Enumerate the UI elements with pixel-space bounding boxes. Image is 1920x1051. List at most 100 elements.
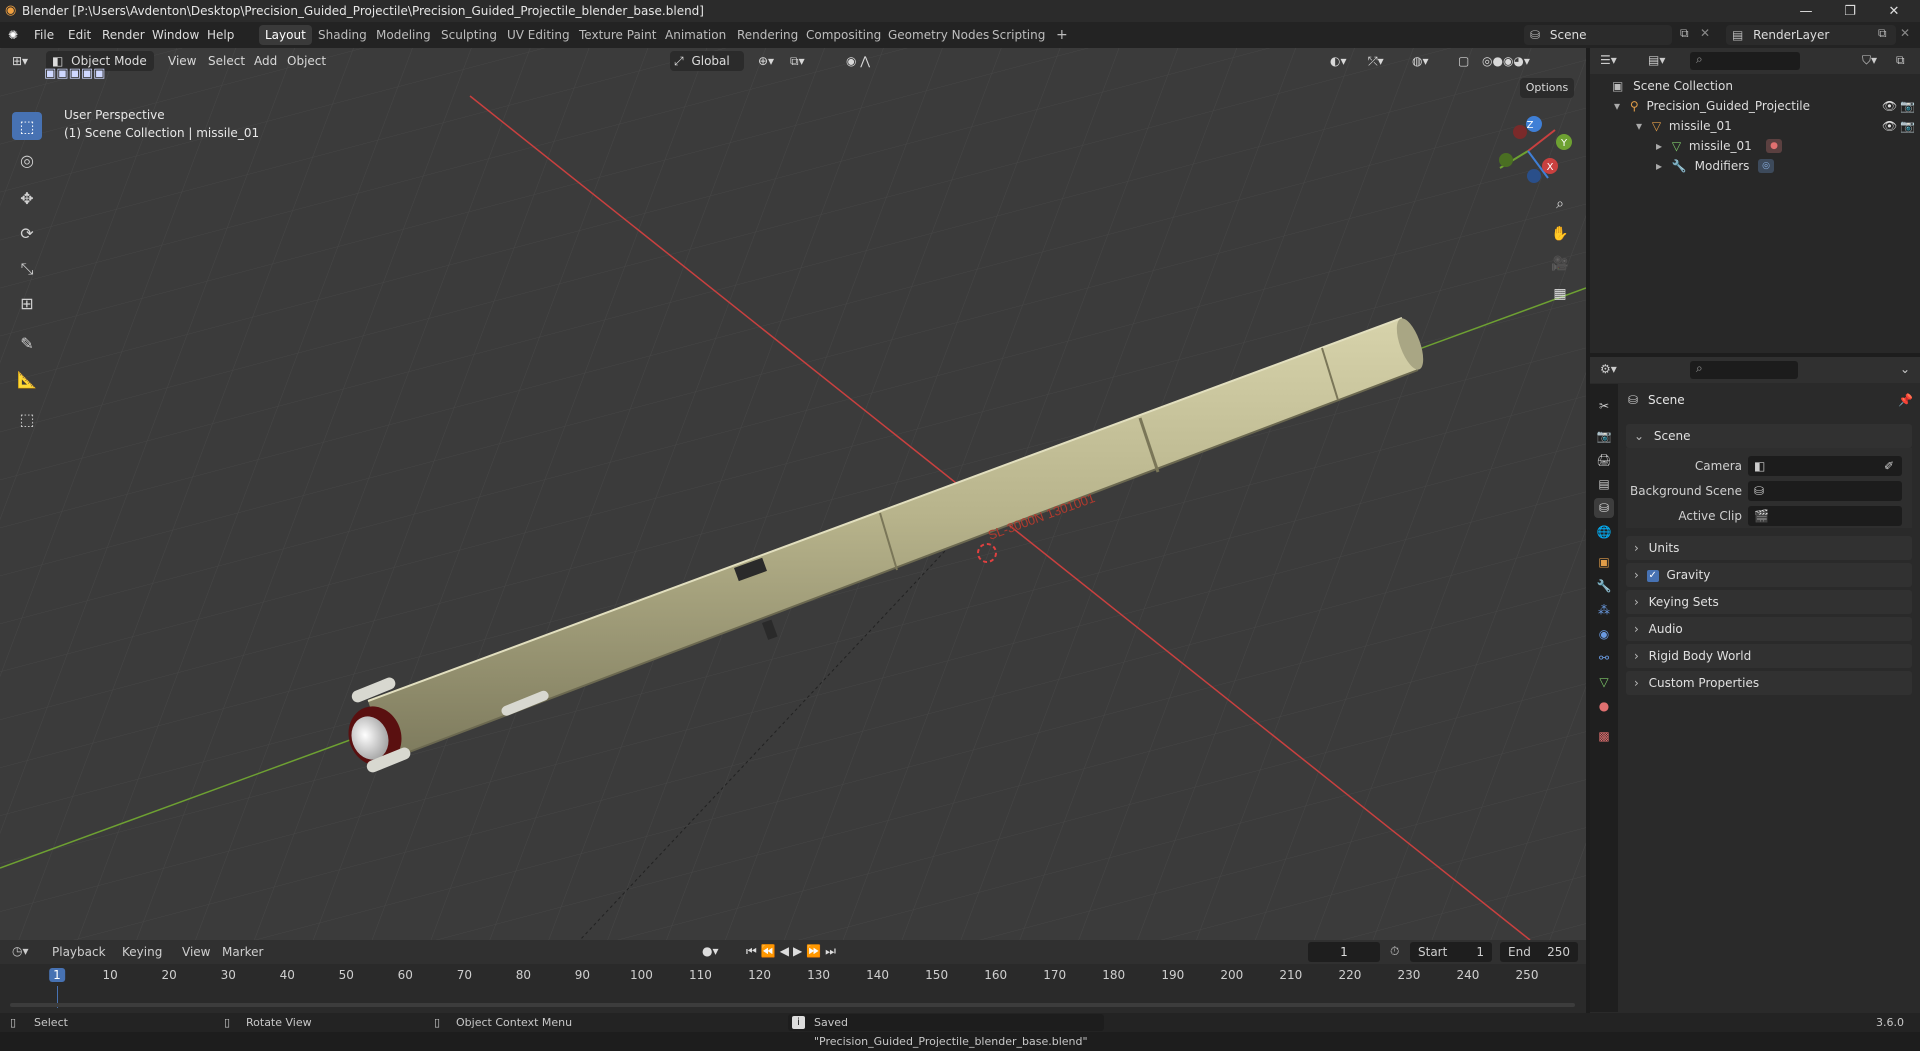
active-clip-field[interactable]: 🎬: [1748, 506, 1902, 526]
panel-gravity[interactable]: › ✓ Gravity: [1626, 563, 1912, 587]
timeline-editor-icon[interactable]: ◷▾: [12, 944, 29, 958]
gizmo-toggle-icon[interactable]: ⤱▾: [1368, 50, 1384, 72]
move-tool[interactable]: ✥: [12, 184, 42, 212]
menu-help[interactable]: Help: [207, 22, 234, 48]
menu-window[interactable]: Window: [152, 22, 199, 48]
scene-tab-icon[interactable]: ⛁: [1594, 498, 1614, 518]
measure-tool[interactable]: 📐: [12, 365, 42, 393]
tab-geometry-nodes[interactable]: Geometry Nodes: [882, 25, 995, 45]
tab-scripting[interactable]: Scripting: [986, 25, 1051, 45]
3d-viewport[interactable]: SL-3000N 1301001 Z Y X ⊞▾ ◧ Object Mode …: [0, 48, 1586, 940]
material-tab-icon[interactable]: ●: [1594, 696, 1614, 716]
world-tab-icon[interactable]: 🌐: [1594, 522, 1614, 542]
viewport-menu-add[interactable]: Add: [254, 50, 277, 72]
editor-type-icon[interactable]: ⊞▾: [12, 50, 28, 72]
transform-orientation-selector[interactable]: ⤢ Global: [670, 51, 744, 71]
viewport-scene[interactable]: SL-3000N 1301001 Z Y X: [0, 48, 1586, 940]
background-scene-field[interactable]: ⛁: [1748, 481, 1902, 501]
properties-search-input[interactable]: ⌕: [1690, 361, 1798, 379]
start-frame-field[interactable]: Start 1: [1410, 942, 1492, 962]
tab-layout[interactable]: Layout: [259, 25, 312, 45]
object-tab-icon[interactable]: ▣: [1594, 552, 1614, 572]
pivot-point-icon[interactable]: ⊕▾: [758, 50, 774, 72]
eyedropper-icon[interactable]: ✐: [1884, 456, 1894, 476]
select-box-tool[interactable]: ⬚: [12, 112, 42, 140]
tab-rendering[interactable]: Rendering: [731, 25, 804, 45]
tab-sculpting[interactable]: Sculpting: [435, 25, 503, 45]
maximize-button[interactable]: ❐: [1828, 0, 1872, 22]
zoom-icon[interactable]: ⌕: [1546, 190, 1574, 218]
new-layer-icon[interactable]: ⧉: [1878, 26, 1887, 41]
add-workspace-icon[interactable]: +: [1050, 25, 1074, 45]
scene-selector[interactable]: ⛁ Scene: [1524, 25, 1672, 45]
expand-arrow-icon[interactable]: ▾: [1636, 119, 1642, 133]
delete-scene-icon[interactable]: ✕: [1700, 26, 1710, 40]
options-button[interactable]: Options: [1520, 78, 1574, 98]
panel-audio[interactable]: › Audio: [1626, 617, 1912, 641]
pan-hand-icon[interactable]: ✋: [1546, 220, 1574, 248]
camera-render-icon[interactable]: 📷: [1900, 116, 1915, 136]
ortho-grid-icon[interactable]: ▦: [1546, 280, 1574, 308]
texture-tab-icon[interactable]: ▩: [1594, 726, 1614, 746]
overlay-toggle-icon[interactable]: ◍▾: [1412, 50, 1429, 72]
viewport-menu-object[interactable]: Object: [287, 50, 326, 72]
display-mode-icon[interactable]: ▤▾: [1648, 53, 1665, 67]
outliner-editor-icon[interactable]: ☰▾: [1600, 53, 1617, 67]
add-cube-tool[interactable]: ⬚: [12, 405, 42, 433]
tab-compositing[interactable]: Compositing: [800, 25, 887, 45]
shading-modes-icon[interactable]: ◎●◉◕▾: [1482, 50, 1530, 72]
data-tab-icon[interactable]: ▽: [1594, 672, 1614, 692]
timeline-menu-marker[interactable]: Marker: [222, 945, 263, 959]
blender-menu-icon[interactable]: ✺: [8, 22, 18, 48]
camera-render-icon[interactable]: 📷: [1900, 96, 1915, 116]
gravity-checkbox[interactable]: ✓: [1646, 569, 1659, 582]
xray-icon[interactable]: ▢: [1458, 50, 1469, 72]
outliner-item-mesh[interactable]: ▸ ▽ missile_01 ●: [1590, 136, 1920, 156]
timeline-track[interactable]: 1 10 20 30 40 50 60 70 80 90 100 110 120 130 140 150 160…: [0, 964, 1586, 1013]
camera-view-icon[interactable]: 🎥: [1546, 250, 1574, 278]
menu-file[interactable]: File: [34, 22, 54, 48]
timeline-scrollbar[interactable]: [10, 1003, 1575, 1007]
menu-render[interactable]: Render: [102, 22, 145, 48]
select-mode-icons[interactable]: ▣▣▣▣▣: [44, 66, 105, 81]
rotate-tool[interactable]: ⟳: [12, 219, 42, 247]
properties-options-icon[interactable]: ⌄: [1900, 362, 1910, 376]
panel-rigid-body-world[interactable]: › Rigid Body World: [1626, 644, 1912, 668]
scale-tool[interactable]: ⤡: [12, 255, 42, 283]
annotate-tool[interactable]: ✎: [12, 329, 42, 357]
timeline-editor[interactable]: ◷▾ Playback Keying View Marker ●▾ ⏮⏪◀▶⏩⏭…: [0, 940, 1586, 1013]
eye-icon[interactable]: 👁: [1882, 116, 1897, 136]
tab-uv-editing[interactable]: UV Editing: [501, 25, 576, 45]
physics-tab-icon[interactable]: ◉: [1594, 624, 1614, 644]
eye-icon[interactable]: 👁: [1882, 96, 1897, 116]
current-frame-field[interactable]: 1: [1308, 942, 1380, 962]
playback-controls-icon[interactable]: ⏮⏪◀▶⏩⏭: [746, 944, 840, 959]
scene-section-header[interactable]: ⌄ Scene: [1626, 424, 1912, 448]
tab-modeling[interactable]: Modeling: [370, 25, 437, 45]
frame-ruler[interactable]: 1 10 20 30 40 50 60 70 80 90 100 110 120 130 140 150 160…: [0, 968, 1586, 986]
expand-arrow-icon[interactable]: ▾: [1614, 99, 1620, 113]
panel-custom-properties[interactable]: › Custom Properties: [1626, 671, 1912, 695]
outliner-item-object[interactable]: ▾ ▽ missile_01 👁 📷: [1590, 116, 1920, 136]
auto-key-record-icon[interactable]: ●▾: [702, 944, 719, 958]
delete-layer-icon[interactable]: ✕: [1900, 26, 1910, 40]
minimize-button[interactable]: —: [1784, 0, 1828, 22]
outliner-search-input[interactable]: ⌕: [1690, 52, 1800, 70]
outliner-root[interactable]: ▣ Scene Collection: [1590, 76, 1920, 96]
tab-texture-paint[interactable]: Texture Paint: [573, 25, 662, 45]
viewport-menu-view[interactable]: View: [168, 50, 196, 72]
tab-shading[interactable]: Shading: [312, 25, 373, 45]
snap-icon[interactable]: ⧉▾: [790, 50, 805, 72]
new-collection-icon[interactable]: ⧉: [1896, 53, 1905, 68]
view-layer-tab-icon[interactable]: ▤: [1594, 474, 1614, 494]
timeline-menu-view[interactable]: View: [182, 945, 210, 959]
cursor-tool[interactable]: ◎: [12, 146, 42, 174]
new-scene-icon[interactable]: ⧉: [1680, 26, 1689, 41]
end-frame-field[interactable]: End 250: [1500, 942, 1578, 962]
filter-icon[interactable]: ⛉▾: [1862, 53, 1877, 68]
outliner-item-modifiers[interactable]: ▸ 🔧 Modifiers ◎: [1590, 156, 1920, 176]
collapse-arrow-icon[interactable]: ▸: [1656, 159, 1662, 173]
panel-units[interactable]: › Units: [1626, 536, 1912, 560]
viewport-menu-select[interactable]: Select: [208, 50, 245, 72]
transform-tool[interactable]: ⊞: [12, 289, 42, 317]
